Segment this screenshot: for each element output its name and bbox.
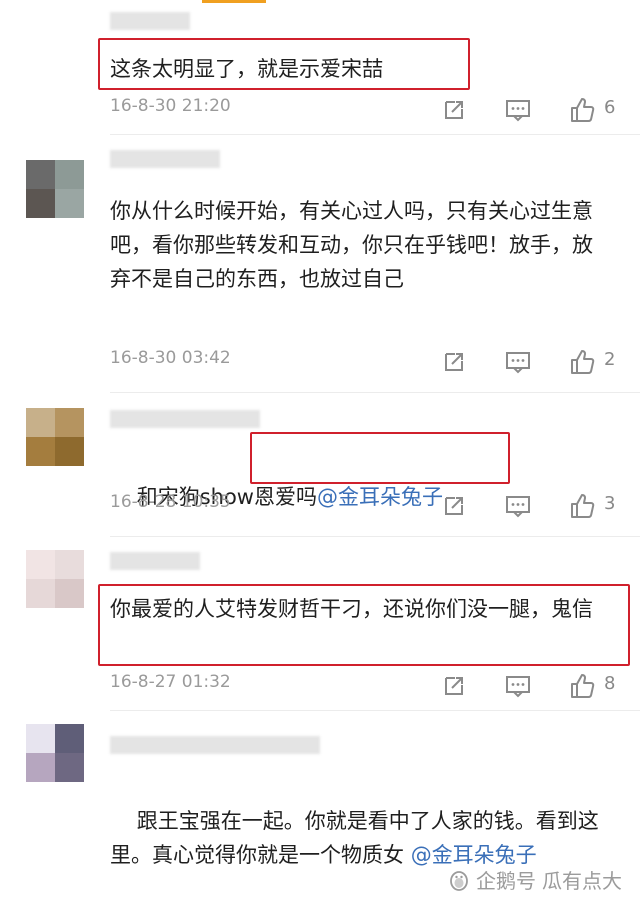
comment-item: 和宋狗show恩爱吗@金耳朵兔子 16-8-28 10:35 3 xyxy=(0,396,640,536)
like-icon[interactable] xyxy=(568,492,596,520)
repost-icon[interactable] xyxy=(440,96,468,124)
penguin-logo-icon xyxy=(450,870,468,891)
username-blurred[interactable] xyxy=(110,410,260,428)
comment-text: 这条太明显了，就是示爱宋喆 xyxy=(110,57,383,81)
comment-text: 你最爱的人艾特发财哲干刁，还说你们没一腿，鬼信 xyxy=(110,597,593,621)
username-blurred[interactable] xyxy=(110,12,190,30)
comment-item: 你从什么时候开始，有关心过人吗，只有关心过生意吧，看你那些转发和互动，你只在乎钱… xyxy=(0,140,640,390)
comment-item: 你最爱的人艾特发财哲干刁，还说你们没一腿，鬼信 16-8-27 01:32 8 xyxy=(0,540,640,710)
comment-meta: 16-8-28 10:35 3 xyxy=(110,492,630,520)
comment-time: 16-8-28 10:35 xyxy=(110,492,231,512)
avatar[interactable] xyxy=(26,408,84,466)
watermark-author: 瓜有点大 xyxy=(542,869,622,893)
comment-text: 你从什么时候开始，有关心过人吗，只有关心过生意吧，看你那些转发和互动，你只在乎钱… xyxy=(110,199,593,291)
username-blurred[interactable] xyxy=(110,552,200,570)
like-count: 2 xyxy=(604,349,616,370)
comment-icon[interactable] xyxy=(504,672,532,700)
avatar[interactable] xyxy=(26,724,84,782)
divider xyxy=(110,710,640,711)
divider xyxy=(110,392,640,393)
comment-meta: 16-8-30 03:42 2 xyxy=(110,348,630,376)
repost-icon[interactable] xyxy=(440,672,468,700)
repost-icon[interactable] xyxy=(440,348,468,376)
like-icon[interactable] xyxy=(568,672,596,700)
like-icon[interactable] xyxy=(568,348,596,376)
comment-item: 这条太明显了，就是示爱宋喆 16-8-30 21:20 6 xyxy=(0,0,640,130)
repost-icon[interactable] xyxy=(440,492,468,520)
username-blurred[interactable] xyxy=(110,736,320,754)
like-count: 6 xyxy=(604,97,616,118)
like-icon[interactable] xyxy=(568,96,596,124)
comment-icon[interactable] xyxy=(504,348,532,376)
like-count: 8 xyxy=(604,673,616,694)
comment-time: 16-8-27 01:32 xyxy=(110,672,231,692)
comment-time: 16-8-30 03:42 xyxy=(110,348,231,368)
mention-link[interactable]: @金耳朵兔子 xyxy=(411,843,537,867)
username-blurred[interactable] xyxy=(110,150,220,168)
comment-meta: 16-8-30 21:20 6 xyxy=(110,96,630,124)
avatar[interactable] xyxy=(26,550,84,608)
like-count: 3 xyxy=(604,493,616,514)
watermark-brand: 企鹅号 xyxy=(476,869,536,893)
avatar[interactable] xyxy=(26,160,84,218)
divider xyxy=(110,134,640,135)
comment-icon[interactable] xyxy=(504,96,532,124)
comment-time: 16-8-30 21:20 xyxy=(110,96,231,116)
watermark: 企鹅号 瓜有点大 xyxy=(448,865,622,894)
comment-icon[interactable] xyxy=(504,492,532,520)
divider xyxy=(110,536,640,537)
comment-meta: 16-8-27 01:32 8 xyxy=(110,672,630,700)
